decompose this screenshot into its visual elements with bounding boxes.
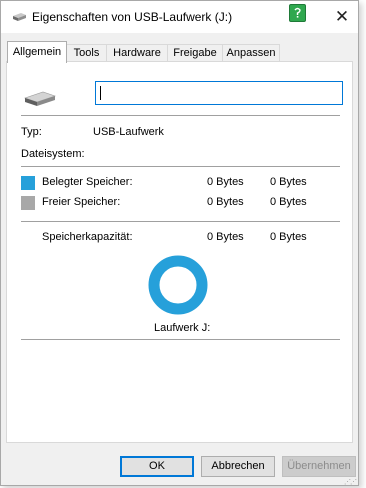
properties-dialog: Eigenschaften von USB-Laufwerk (J:) ✕ Al… xyxy=(0,0,359,486)
tab-tools[interactable]: Tools xyxy=(66,44,107,61)
separator xyxy=(21,166,340,167)
window-title: Eigenschaften von USB-Laufwerk (J:) xyxy=(32,10,233,24)
capacity-label: Speicherkapazität: xyxy=(42,231,133,243)
ok-button[interactable]: OK xyxy=(120,456,194,477)
tab-general[interactable]: Allgemein xyxy=(7,41,67,63)
free-space-bytes: 0 Bytes xyxy=(207,196,244,208)
apply-button[interactable]: Übernehmen xyxy=(282,456,356,477)
text-caret xyxy=(100,86,101,100)
drive-letter-label: Laufwerk J: xyxy=(154,322,211,334)
tab-sharing[interactable]: Freigabe xyxy=(167,44,223,61)
free-space-size: 0 Bytes xyxy=(270,196,307,208)
used-space-bytes: 0 Bytes xyxy=(207,176,244,188)
separator xyxy=(21,339,340,340)
title-bar[interactable]: Eigenschaften von USB-Laufwerk (J:) ✕ xyxy=(1,1,358,33)
free-space-swatch xyxy=(21,196,35,210)
tab-strip: Allgemein Tools Hardware Freigabe Anpass… xyxy=(7,41,351,63)
help-glyph-icon xyxy=(294,7,301,18)
drive-icon xyxy=(13,13,26,21)
used-space-label: Belegter Speicher: xyxy=(42,176,133,188)
capacity-size: 0 Bytes xyxy=(270,231,307,243)
capacity-bytes: 0 Bytes xyxy=(207,231,244,243)
separator xyxy=(21,221,340,222)
used-space-size: 0 Bytes xyxy=(270,176,307,188)
resize-grip-icon[interactable]: ⋰⋰ xyxy=(344,478,357,486)
usage-ring-chart xyxy=(148,255,208,315)
type-label: Typ: xyxy=(21,126,42,138)
free-space-label: Freier Speicher: xyxy=(42,196,121,208)
cancel-button[interactable]: Abbrechen xyxy=(201,456,275,477)
used-space-swatch xyxy=(21,176,35,190)
close-icon[interactable]: ✕ xyxy=(332,7,352,27)
separator xyxy=(21,115,340,116)
drive-name-field[interactable] xyxy=(95,81,343,105)
type-value: USB-Laufwerk xyxy=(93,126,164,138)
tab-hardware[interactable]: Hardware xyxy=(106,44,168,61)
usb-drive-icon xyxy=(24,91,56,106)
filesystem-label: Dateisystem: xyxy=(21,148,85,160)
tab-customize[interactable]: Anpassen xyxy=(222,44,280,61)
ring-used-segment xyxy=(148,255,208,315)
help-icon[interactable] xyxy=(289,4,306,22)
general-tab-panel: Typ: USB-Laufwerk Dateisystem: Belegter … xyxy=(6,61,353,443)
